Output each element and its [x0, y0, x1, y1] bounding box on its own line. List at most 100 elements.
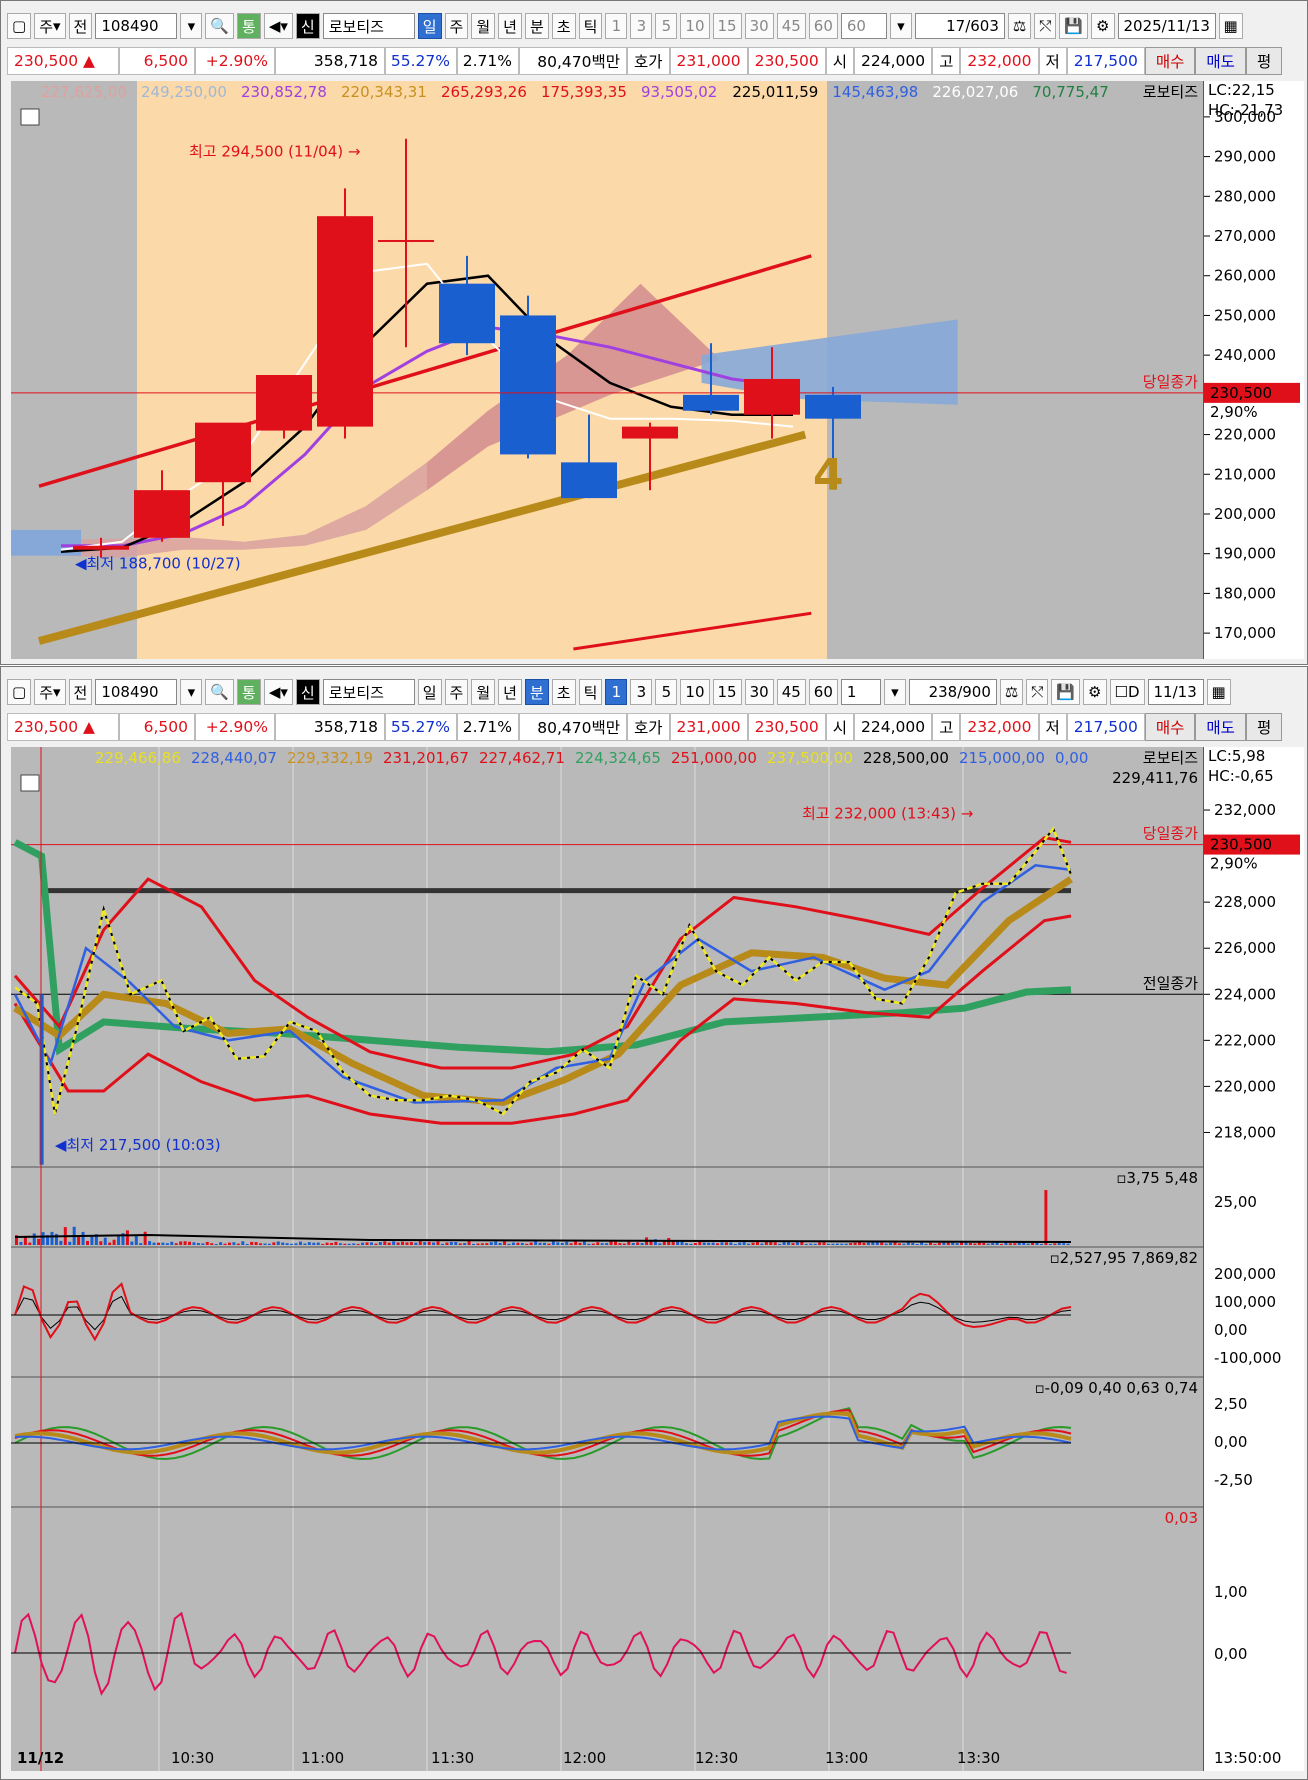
interval-5[interactable]: 5	[655, 679, 678, 705]
order-icon[interactable]: ⚖	[1007, 13, 1032, 39]
interval-10[interactable]: 10	[680, 13, 710, 39]
speaker-icon[interactable]: ◀▾	[263, 679, 293, 705]
tong-button[interactable]: 통	[237, 679, 261, 705]
volume-bar	[787, 1242, 791, 1245]
window-icon[interactable]: ▢	[7, 679, 32, 705]
tab-day[interactable]: 일	[417, 679, 442, 705]
sin-button[interactable]: 신	[295, 13, 320, 39]
tong-button[interactable]: 통	[237, 13, 261, 39]
search-icon[interactable]: 🔍	[205, 679, 235, 705]
tab-second[interactable]: 초	[551, 13, 576, 39]
volume-bar	[818, 1242, 822, 1245]
tab-day[interactable]: 일	[417, 13, 442, 39]
stock-name[interactable]: 로보티즈	[322, 13, 415, 39]
save-icon[interactable]: 💾	[1051, 679, 1081, 705]
count-value: 17	[946, 17, 966, 35]
tab-minute[interactable]: 분	[524, 679, 549, 705]
gear-icon[interactable]: ⚙	[1091, 13, 1115, 39]
interval-15[interactable]: 15	[712, 679, 742, 705]
interval-45[interactable]: 45	[776, 679, 806, 705]
interval-30[interactable]: 30	[744, 13, 774, 39]
tab-week[interactable]: 주	[444, 13, 469, 39]
volume-bar	[547, 1243, 551, 1245]
d-checkbox[interactable]: ☐ D	[1109, 679, 1145, 705]
legend-value: 229,466,86	[95, 749, 181, 767]
volume-bar	[707, 1242, 711, 1245]
gear-icon[interactable]: ⚙	[1083, 679, 1107, 705]
code-input[interactable]: 108490	[95, 679, 178, 705]
interval-15[interactable]: 15	[712, 13, 742, 39]
search-icon[interactable]: 🔍	[205, 13, 235, 39]
count-display[interactable]: 17/603	[914, 13, 1005, 39]
interval-input[interactable]: 60	[840, 13, 887, 39]
window-icon[interactable]: ▢	[7, 13, 32, 39]
y-tick-label: 224,000	[1214, 985, 1276, 1003]
tab-tick[interactable]: 틱	[578, 679, 603, 705]
minute-plot-area[interactable]: 전일종가 당일종가 최고 232,000 (13:43) → ◀최저 217,500 …	[11, 747, 1203, 1771]
interval-10[interactable]: 10	[680, 679, 710, 705]
code-input[interactable]: 108490	[95, 13, 178, 39]
daily-chart-svg: 당일종가 최고 294,500 (11/04) → ◀최저 188,700 (10/…	[11, 81, 1203, 659]
price-line	[14, 826, 1072, 1116]
tab-year[interactable]: 년	[498, 13, 522, 39]
interval-input[interactable]: 1	[840, 679, 881, 705]
volume-bar	[290, 1243, 294, 1245]
interval-3[interactable]: 3	[630, 13, 653, 39]
volume-bar	[538, 1242, 542, 1245]
trend-icon[interactable]: ⤲	[1026, 679, 1049, 705]
eval-button[interactable]: 평	[1245, 47, 1283, 75]
dropdown-arrow-icon[interactable]: ▾	[180, 679, 203, 705]
legend-value: 93,505,02	[641, 83, 717, 101]
interval-45[interactable]: 45	[776, 13, 806, 39]
interval-5[interactable]: 5	[655, 13, 678, 39]
tab-month[interactable]: 월	[471, 679, 496, 705]
tab-minute[interactable]: 분	[524, 13, 549, 39]
calendar-icon[interactable]: ▦	[1206, 679, 1231, 705]
interval-dropdown-icon[interactable]: ▾	[883, 679, 906, 705]
interval-dropdown-icon[interactable]: ▾	[889, 13, 912, 39]
volume-bar	[516, 1242, 520, 1245]
dropdown-arrow-icon[interactable]: ▾	[180, 13, 203, 39]
market-select[interactable]: 주 ▾	[34, 13, 66, 39]
volume-bar	[968, 1242, 972, 1245]
interval-3[interactable]: 3	[630, 679, 653, 705]
low-value: 217,500	[1066, 713, 1145, 741]
trend-icon[interactable]: ⤲	[1034, 13, 1057, 39]
sin-button[interactable]: 신	[295, 679, 320, 705]
volume-bar	[498, 1242, 502, 1245]
x-tick-label: 13:00	[825, 1749, 868, 1767]
interval-60[interactable]: 60	[808, 13, 838, 39]
interval-30[interactable]: 30	[744, 679, 774, 705]
calendar-icon[interactable]: ▦	[1218, 13, 1243, 39]
volume-bar	[716, 1243, 720, 1245]
buy-button[interactable]: 매수	[1144, 47, 1196, 75]
tab-tick[interactable]: 틱	[578, 13, 603, 39]
volume-bar	[973, 1243, 977, 1245]
interval-1[interactable]: 1	[605, 13, 628, 39]
date-input[interactable]: 11/13	[1147, 679, 1204, 705]
tab-week[interactable]: 주	[444, 679, 469, 705]
prev-button[interactable]: 전	[68, 679, 93, 705]
eval-button[interactable]: 평	[1245, 713, 1283, 741]
interval-1[interactable]: 1	[605, 679, 628, 705]
order-icon[interactable]: ⚖	[999, 679, 1024, 705]
interval-60[interactable]: 60	[808, 679, 838, 705]
market-select[interactable]: 주 ▾	[34, 679, 66, 705]
volume-value: 358,718	[275, 47, 385, 75]
tab-second[interactable]: 초	[551, 679, 576, 705]
speaker-icon[interactable]: ◀▾	[263, 13, 293, 39]
count-display[interactable]: 238/900	[908, 679, 997, 705]
volume-bar	[436, 1241, 440, 1245]
sell-button[interactable]: 매도	[1195, 47, 1246, 75]
daily-plot-area[interactable]: 당일종가 최고 294,500 (11/04) → ◀최저 188,700 (10/…	[11, 81, 1203, 659]
volume-bar	[795, 1242, 799, 1245]
date-input[interactable]: 2025/11/13	[1117, 13, 1216, 39]
sell-button[interactable]: 매도	[1195, 713, 1246, 741]
stock-name[interactable]: 로보티즈	[322, 679, 415, 705]
prev-button[interactable]: 전	[68, 13, 93, 39]
tab-month[interactable]: 월	[471, 13, 496, 39]
volume-bar	[374, 1243, 378, 1245]
save-icon[interactable]: 💾	[1059, 13, 1089, 39]
buy-button[interactable]: 매수	[1144, 713, 1196, 741]
tab-year[interactable]: 년	[498, 679, 522, 705]
